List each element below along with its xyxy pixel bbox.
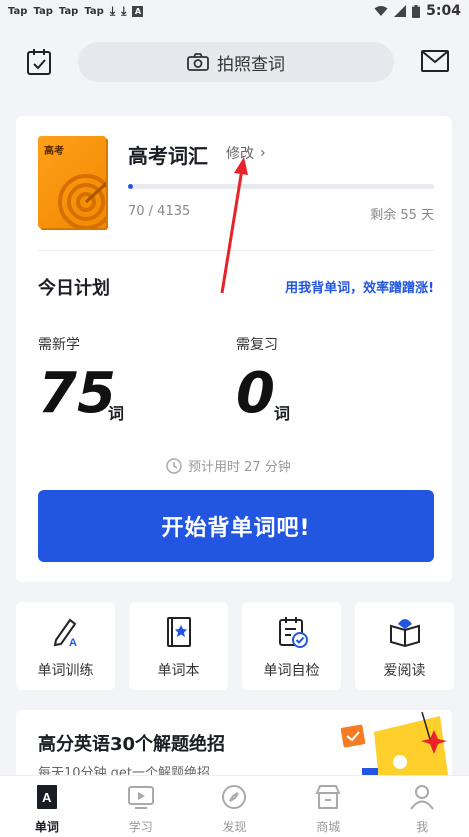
svg-text:A: A [42, 790, 52, 805]
nav-label: 单词 [34, 820, 59, 834]
tap-notification: Tap [84, 5, 104, 17]
estimated-time: 预计用时 27 分钟 [166, 456, 291, 475]
mail-icon[interactable] [421, 50, 449, 72]
progress-count: 70 / 4135 [128, 204, 191, 219]
edit-book-link[interactable]: 修改 › [226, 143, 266, 163]
wifi-icon [374, 6, 388, 16]
tap-notification: Tap [58, 5, 79, 17]
edit-label: 修改 [226, 146, 254, 162]
top-bar: 拍照查词 [0, 40, 469, 84]
nav-item-me[interactable]: 我 [375, 776, 469, 837]
new-words-label: 需新学 [38, 337, 80, 353]
progress-bar [128, 184, 434, 189]
book-title: 高考词汇 [128, 144, 208, 168]
review-words-count: 0 [236, 361, 275, 426]
photo-search-button[interactable]: 拍照查词 [78, 42, 394, 82]
bottom-nav: A 单词 学习 发现 商城 我 [0, 775, 469, 837]
tool-word-book[interactable]: 单词本 [129, 602, 228, 690]
review-words-unit: 词 [274, 404, 291, 423]
tool-label: 单词训练 [37, 663, 94, 679]
new-words-unit: 词 [108, 404, 125, 423]
status-bar: Tap Tap Tap Tap ⤓ ⤓ A 5:04 [0, 0, 469, 22]
checklist-icon [279, 617, 308, 648]
tool-self-check[interactable]: 单词自检 [242, 602, 341, 690]
nav-label: 商城 [316, 820, 341, 834]
nav-item-discover[interactable]: 发现 [188, 776, 282, 837]
pen-a-icon: A [53, 618, 77, 648]
start-learning-button[interactable]: 开始背单词吧! [38, 490, 434, 562]
video-icon [127, 786, 154, 809]
tool-word-training[interactable]: A 单词训练 [16, 602, 115, 690]
tool-label: 单词本 [157, 663, 200, 679]
book-cover-label: 高考 [44, 146, 64, 157]
svg-text:A: A [69, 637, 77, 648]
tool-reading[interactable]: 爱阅读 [355, 602, 454, 690]
camera-icon [187, 53, 209, 71]
nav-item-study[interactable]: 学习 [94, 776, 188, 837]
open-book-icon [390, 619, 420, 648]
app-a-icon: A [132, 5, 144, 17]
review-words-label: 需复习 [236, 337, 278, 353]
nav-label: 学习 [128, 820, 153, 834]
calendar-check-icon[interactable] [26, 48, 52, 76]
days-remaining: 剩余 55 天 [370, 208, 434, 223]
new-words-count: 75 [38, 361, 116, 426]
store-icon [315, 785, 341, 809]
vocab-book-cover[interactable]: 高考 [38, 136, 106, 228]
chevron-right-icon: › [260, 145, 266, 161]
tool-label: 单词自检 [263, 663, 320, 679]
signal-icon [394, 5, 407, 17]
compass-icon [222, 785, 247, 809]
study-plan-card: 高考 高考词汇 修改 › 70 / 4135 剩余 55 天 今日计划 用我背单… [16, 116, 452, 582]
download-icon: ⤓ [121, 3, 127, 18]
profile-icon [410, 785, 434, 810]
progress-fill [128, 184, 134, 189]
nav-item-words[interactable]: A 单词 [0, 776, 94, 837]
tap-notification: Tap [33, 5, 53, 17]
target-icon [58, 174, 106, 228]
battery-icon [412, 4, 421, 18]
star-book-icon [167, 617, 191, 647]
today-plan-title: 今日计划 [38, 278, 110, 299]
download-icon: ⤓ [109, 3, 116, 18]
tool-label: 爱阅读 [383, 663, 426, 679]
tap-notification: Tap [8, 5, 28, 17]
clock: 5:04 [426, 3, 461, 19]
promo-title: 高分英语30个解题绝招 [38, 734, 226, 755]
plan-slogan[interactable]: 用我背单词，效率蹭蹭涨! [285, 277, 434, 296]
word-book-icon: A [36, 785, 57, 809]
nav-item-store[interactable]: 商城 [281, 776, 375, 837]
divider [38, 250, 434, 251]
nav-label: 发现 [222, 820, 247, 834]
clock-icon [166, 457, 182, 474]
estimated-time-text: 预计用时 27 分钟 [188, 460, 291, 475]
nav-label: 我 [416, 820, 429, 834]
notification-icons: Tap Tap Tap Tap ⤓ ⤓ A [8, 3, 144, 19]
photo-search-label: 拍照查词 [217, 54, 285, 75]
